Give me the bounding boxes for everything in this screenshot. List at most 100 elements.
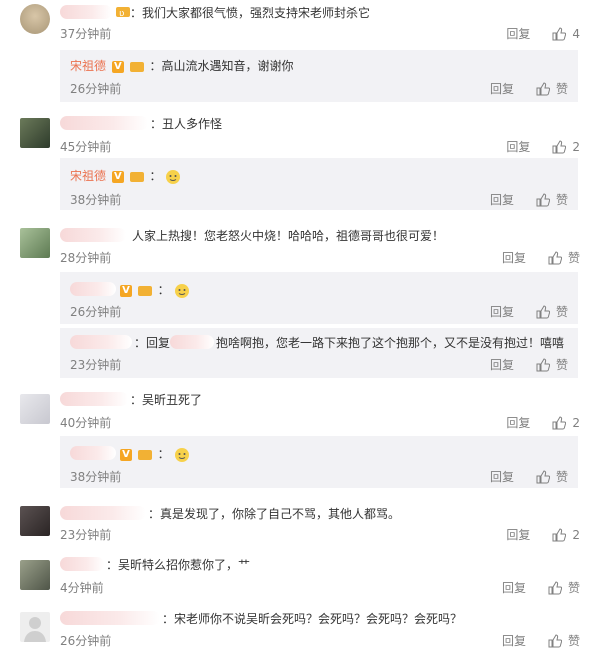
avatar[interactable] [20, 394, 50, 424]
comment-item: ：真是发现了，你除了自己不骂，其他人都骂。 23分钟前 回复 2 [0, 498, 592, 546]
avatar[interactable] [20, 612, 50, 642]
reply-time: 38分钟前 [70, 193, 122, 207]
reply-prefix: ：回复 [134, 336, 171, 350]
thumbs-up-icon[interactable] [552, 415, 567, 430]
comment-time: 23分钟前 [60, 528, 112, 542]
comment-text: ：吴昕特么招你惹你了，艹 [106, 558, 251, 572]
reply-item: ：回复 抱啥啊抱，您老一路下来抱了这个抱那个，又不是没有抱过！嘻嘻 23分钟前 … [60, 328, 578, 378]
comment-actions: 回复 4 [506, 25, 580, 42]
like-label[interactable]: 赞 [556, 468, 568, 485]
smile-emoji-icon [174, 283, 189, 298]
comment-text: 人家上热搜！您老怒火中烧！哈哈哈，祖德哥哥也很可爱！ [132, 229, 445, 243]
avatar[interactable] [20, 560, 50, 590]
thumbs-up-icon[interactable] [536, 357, 550, 372]
thumbs-up-icon[interactable] [552, 527, 567, 542]
comment-text: ：真是发现了，你除了自己不骂，其他人都骂。 [148, 507, 401, 521]
reply-button[interactable]: 回复 [502, 632, 526, 649]
like-label[interactable]: 赞 [568, 249, 580, 266]
reply-button[interactable]: 回复 [502, 249, 526, 266]
comment-item: ：宋老师你不说吴昕会死吗？会死吗？会死吗？会死吗？ 26分钟前 回复 赞 [0, 604, 592, 653]
thumbs-up-icon[interactable] [548, 580, 562, 595]
reply-actions: 回复 赞 [490, 80, 568, 97]
reply-button[interactable]: 回复 [506, 414, 530, 431]
like-label[interactable]: 赞 [568, 579, 580, 596]
verified-badge-icon: V [111, 60, 124, 73]
username-redacted[interactable] [60, 392, 128, 406]
avatar[interactable] [20, 118, 50, 148]
username-redacted[interactable] [70, 282, 116, 296]
username-redacted[interactable] [70, 446, 116, 460]
vip-badge-icon [137, 285, 154, 297]
reply-time: 23分钟前 [70, 358, 122, 372]
comment-time: 37分钟前 [60, 27, 112, 41]
avatar[interactable] [20, 228, 50, 258]
username-redacted[interactable] [70, 335, 132, 349]
reply-button[interactable]: 回复 [506, 25, 530, 42]
like-label[interactable]: 赞 [556, 303, 568, 320]
like-label[interactable]: 赞 [556, 356, 568, 373]
reply-text: ： [149, 169, 162, 183]
reply-line: 宋祖德 V ：高山流水遇知音，谢谢你 [70, 58, 294, 74]
reply-button[interactable]: 回复 [502, 579, 526, 596]
reply-button[interactable]: 回复 [506, 526, 530, 543]
thumbs-up-icon[interactable] [536, 81, 550, 96]
comment-actions: 回复 2 [506, 414, 580, 431]
thumbs-up-icon[interactable] [548, 633, 562, 648]
reply-button[interactable]: 回复 [490, 191, 514, 208]
comment-text: ：丑人多作怪 [150, 117, 223, 131]
like-count[interactable]: 2 [572, 416, 580, 430]
comment-time: 28分钟前 [60, 251, 112, 265]
thumbs-up-icon[interactable] [536, 304, 550, 319]
comment-text: ：吴昕丑死了 [130, 393, 203, 407]
verified-badge-icon: V [120, 284, 132, 297]
reply-button[interactable]: 回复 [506, 138, 530, 155]
thumbs-up-icon[interactable] [552, 26, 567, 41]
thumbs-up-icon[interactable] [548, 250, 562, 265]
reply-time: 38分钟前 [70, 470, 122, 484]
author-name[interactable]: 宋祖德 [70, 59, 106, 73]
username-redacted[interactable] [60, 506, 146, 520]
verified-badge-icon: V [120, 448, 132, 461]
reply-actions: 回复 赞 [490, 468, 568, 485]
comment-item: ʋ ：我们大家都很气愤，强烈支持宋老师封杀它 37分钟前 回复 4 [0, 0, 592, 50]
reply-actions: 回复 赞 [490, 191, 568, 208]
username-redacted[interactable] [60, 228, 126, 242]
reply-actions: 回复 赞 [490, 303, 568, 320]
comment-item: 人家上热搜！您老怒火中烧！哈哈哈，祖德哥哥也很可爱！ 28分钟前 回复 赞 [0, 220, 592, 270]
comment-text: ：宋老师你不说吴昕会死吗？会死吗？会死吗？会死吗？ [162, 612, 463, 626]
reply-button[interactable]: 回复 [490, 356, 514, 373]
reply-text: 抱啥啊抱，您老一路下来抱了这个抱那个，又不是没有抱过！嘻嘻 [216, 336, 565, 350]
reply-line: V ： [118, 446, 190, 463]
thumbs-up-icon[interactable] [536, 192, 550, 207]
reply-button[interactable]: 回复 [490, 468, 514, 485]
reply-button[interactable]: 回复 [490, 80, 514, 97]
username-redacted[interactable] [170, 335, 214, 349]
like-count[interactable]: 2 [572, 140, 580, 154]
reply-item: V ： 38分钟前 回复 赞 [60, 436, 578, 488]
comment-actions: 回复 赞 [502, 579, 580, 596]
reply-text: ：高山流水遇知音，谢谢你 [149, 59, 294, 73]
username-redacted[interactable] [60, 5, 112, 19]
like-label[interactable]: 赞 [556, 191, 568, 208]
thumbs-up-icon[interactable] [552, 139, 567, 154]
username-redacted[interactable] [60, 116, 148, 130]
reply-time: 26分钟前 [70, 82, 122, 96]
vip-badge-icon [129, 61, 146, 73]
comment-actions: 回复 赞 [502, 249, 580, 266]
avatar[interactable] [20, 506, 50, 536]
author-name[interactable]: 宋祖德 [70, 169, 106, 183]
comment-text: ：我们大家都很气愤，强烈支持宋老师封杀它 [130, 6, 371, 20]
reply-actions: 回复 赞 [490, 356, 568, 373]
comment-time: 4分钟前 [60, 581, 104, 595]
username-redacted[interactable] [60, 611, 160, 625]
like-label[interactable]: 赞 [568, 632, 580, 649]
like-label[interactable]: 赞 [556, 80, 568, 97]
like-count[interactable]: 4 [572, 27, 580, 41]
username-redacted[interactable] [60, 557, 104, 571]
verified-badge-icon: V [111, 170, 124, 183]
reply-button[interactable]: 回复 [490, 303, 514, 320]
thumbs-up-icon[interactable] [536, 469, 550, 484]
avatar[interactable] [20, 4, 50, 34]
like-count[interactable]: 2 [572, 528, 580, 542]
svg-text:ʋ: ʋ [119, 9, 124, 18]
